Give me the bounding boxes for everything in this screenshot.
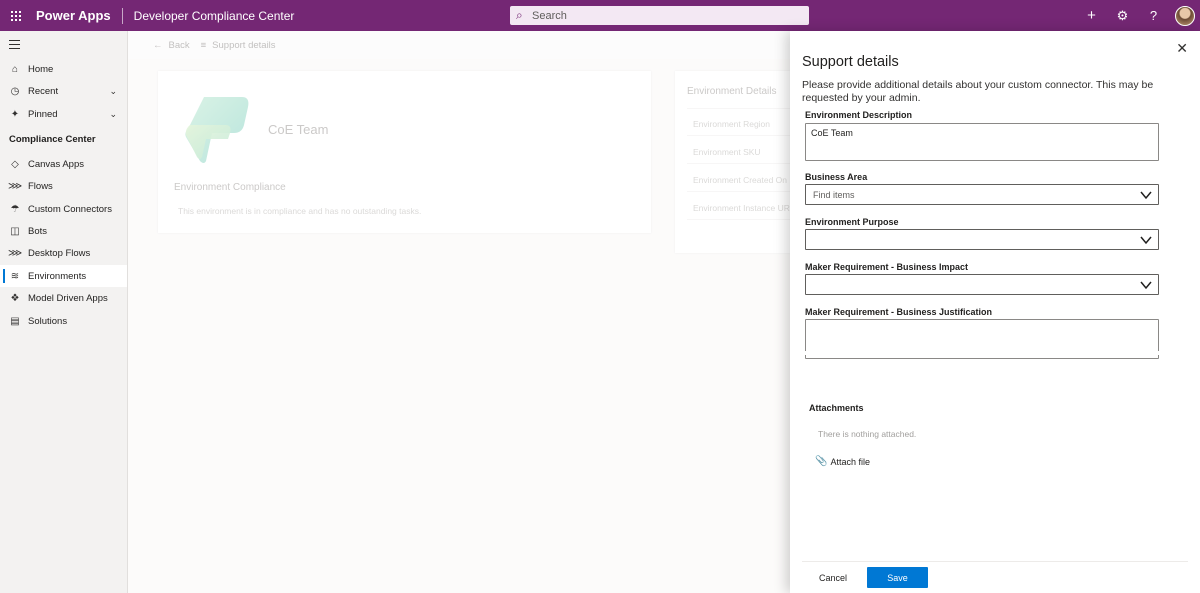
- chevron-down-icon: ⌄: [109, 108, 117, 119]
- app-launcher-button[interactable]: [0, 0, 31, 31]
- sidebar-item-environments[interactable]: ≋ Environments: [0, 265, 127, 287]
- env-purpose-label: Environment Purpose: [805, 217, 899, 227]
- settings-button[interactable]: ⚙: [1107, 0, 1138, 31]
- plus-icon: +: [1087, 7, 1096, 24]
- env-description-field[interactable]: CoE Team: [805, 123, 1159, 161]
- close-icon[interactable]: ✕: [1176, 41, 1188, 55]
- sidebar-item-label: Desktop Flows: [28, 247, 91, 259]
- search-placeholder: Search: [532, 9, 567, 22]
- sidebar-item-label: Solutions: [28, 315, 68, 327]
- sidebar-section-title: Compliance Center: [9, 134, 96, 145]
- solution-icon: ▤: [10, 315, 20, 327]
- sidebar-item-desktop-flows[interactable]: ⋙ Desktop Flows: [0, 242, 127, 264]
- chevron-down-icon: [1140, 281, 1152, 290]
- sidebar-item-pinned[interactable]: ✦ Pinned ⌄: [0, 103, 127, 125]
- top-bar: Power Apps Developer Compliance Center ⌕…: [0, 0, 1200, 31]
- sidebar-item-label: Bots: [28, 225, 48, 237]
- sidebar-item-solutions[interactable]: ▤ Solutions: [0, 310, 127, 332]
- pin-icon: ✦: [10, 108, 20, 120]
- environment-icon: ≋: [10, 270, 20, 282]
- search-box[interactable]: ⌕ Search: [510, 6, 809, 25]
- sidebar-item-canvas-apps[interactable]: ◇ Canvas Apps: [0, 153, 127, 175]
- sidebar-item-label: Pinned: [28, 108, 58, 120]
- business-area-dropdown[interactable]: Find items: [805, 184, 1159, 205]
- clock-icon: ◷: [10, 85, 20, 97]
- desktop-flow-icon: ⋙: [8, 247, 23, 259]
- avatar: [1174, 5, 1195, 26]
- footer-divider: [802, 561, 1188, 562]
- sidebar-item-custom-connectors[interactable]: ☂ Custom Connectors: [0, 198, 127, 220]
- sidebar-item-label: Environments: [28, 270, 87, 282]
- flow-icon: ⋙: [8, 180, 23, 192]
- help-icon: ?: [1149, 8, 1158, 23]
- sidebar-item-bots[interactable]: ◫ Bots: [0, 220, 127, 242]
- panel-description: Please provide additional details about …: [802, 79, 1154, 104]
- bot-icon: ◫: [10, 225, 20, 237]
- attach-file-label: Attach file: [830, 456, 870, 467]
- sidebar-item-recent[interactable]: ◷ Recent ⌄: [0, 80, 127, 102]
- connector-icon: ☂: [10, 203, 20, 215]
- sidebar-item-label: Flows: [28, 180, 53, 192]
- home-icon: ⌂: [11, 63, 19, 75]
- model-app-icon: ❖: [10, 292, 20, 304]
- attachments-heading: Attachments: [809, 403, 864, 413]
- canvas-app-icon: ◇: [11, 158, 19, 170]
- sidebar-item-label: Model Driven Apps: [28, 292, 108, 304]
- support-details-panel: ✕ Support details Please provide additio…: [790, 31, 1200, 593]
- panel-overlay[interactable]: [128, 31, 790, 593]
- business-impact-label: Maker Requirement - Business Impact: [805, 262, 969, 272]
- paperclip-icon: 📎: [815, 456, 828, 467]
- sidebar-item-label: Canvas Apps: [28, 158, 84, 170]
- business-area-label: Business Area: [805, 172, 868, 182]
- hamburger-icon[interactable]: [9, 40, 20, 52]
- env-description-label: Environment Description: [805, 110, 913, 120]
- environment-name[interactable]: Developer Compliance Center: [134, 9, 295, 23]
- header-divider: [121, 7, 123, 24]
- attachments-empty-text: There is nothing attached.: [818, 429, 917, 439]
- waffle-icon: [10, 10, 21, 21]
- new-button[interactable]: +: [1076, 0, 1107, 31]
- business-justification-label: Maker Requirement - Business Justificati…: [805, 307, 993, 317]
- search-icon: ⌕: [516, 8, 523, 22]
- business-area-placeholder: Find items: [813, 189, 855, 200]
- sidebar-item-label: Custom Connectors: [28, 203, 112, 215]
- chevron-down-icon: ⌄: [109, 85, 117, 96]
- env-purpose-dropdown[interactable]: [805, 229, 1159, 250]
- sidebar-item-label: Recent: [28, 85, 59, 97]
- save-button[interactable]: Save: [867, 567, 928, 588]
- panel-title: Support details: [802, 54, 899, 70]
- sidebar-item-label: Home: [28, 63, 54, 75]
- app-name[interactable]: Power Apps: [36, 8, 111, 23]
- sidebar: ⌂ Home ◷ Recent ⌄ ✦ Pinned ⌄ Compliance …: [0, 31, 128, 593]
- profile-button[interactable]: [1169, 0, 1200, 31]
- gear-icon: ⚙: [1116, 7, 1129, 23]
- sidebar-item-model-driven-apps[interactable]: ❖ Model Driven Apps: [0, 287, 127, 309]
- chevron-down-icon: [1140, 236, 1152, 245]
- field-scroll-cut: [805, 351, 1161, 355]
- help-button[interactable]: ?: [1138, 0, 1169, 31]
- sidebar-item-flows[interactable]: ⋙ Flows: [0, 175, 127, 197]
- business-impact-dropdown[interactable]: [805, 274, 1159, 295]
- cancel-button[interactable]: Cancel: [806, 567, 860, 588]
- attach-file-button[interactable]: 📎 Attach file: [815, 456, 870, 467]
- chevron-down-icon: [1140, 191, 1152, 200]
- sidebar-item-home[interactable]: ⌂ Home: [0, 58, 127, 80]
